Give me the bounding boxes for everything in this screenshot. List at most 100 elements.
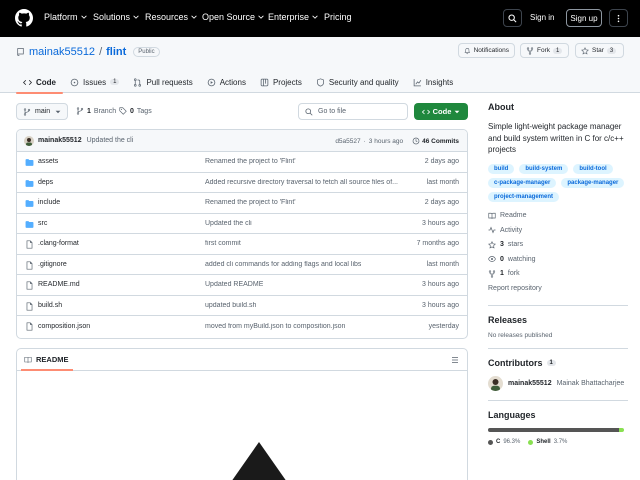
tab-insights[interactable]: Insights [406, 71, 461, 93]
file-commit-message-link[interactable]: Updated README [205, 281, 263, 288]
avatar[interactable] [24, 135, 34, 146]
contributors-heading[interactable]: Contributors 1 [488, 358, 628, 368]
list-icon[interactable] [451, 356, 459, 364]
table-row[interactable]: deps Added recursive directory traversal … [17, 173, 467, 193]
branch-selector[interactable]: main [16, 103, 68, 120]
fork-icon [526, 46, 534, 55]
language-item[interactable]: Shell 3.7% [528, 439, 567, 445]
file-name-link[interactable]: README.md [38, 281, 80, 288]
code-icon [421, 109, 430, 114]
table-row[interactable]: src Updated the cli 3 hours ago [17, 214, 467, 234]
topic-tag[interactable]: package-manager [561, 177, 625, 188]
repo-sidebar: About Simple light-weight package manage… [488, 102, 628, 447]
search-button[interactable] [503, 9, 522, 27]
file-name-link[interactable]: assets [38, 158, 58, 165]
releases-heading[interactable]: Releases [488, 315, 628, 325]
file-commit-message-link[interactable]: added cli commands for adding flags and … [205, 261, 361, 268]
topic-tag[interactable]: project-management [488, 191, 560, 202]
file-commit-message-link[interactable]: moved from myBuild.json to composition.j… [205, 323, 345, 330]
book-icon [488, 212, 496, 220]
tab-projects[interactable]: Projects [253, 71, 309, 93]
file-commit-message-link[interactable]: Renamed the project to 'Flint' [205, 158, 296, 165]
commit-hash-link[interactable]: d5a5527 [335, 138, 360, 145]
commits-history-link[interactable]: 46 Commits [412, 137, 459, 145]
file-icon [25, 240, 34, 249]
file-commit-age: 3 hours ago [422, 301, 459, 309]
file-commit-message-link[interactable]: Updated the cli [205, 220, 252, 227]
repo-name-link[interactable]: flint [106, 46, 126, 58]
file-commit-age: last month [426, 260, 459, 268]
nav-pricing[interactable]: Pricing [324, 12, 352, 22]
language-item[interactable]: C 96.3% [488, 439, 520, 445]
notifications-button[interactable]: Notifications [458, 43, 515, 58]
readme-panel: README [16, 348, 468, 480]
about-link-label: Readme [500, 212, 527, 220]
eye-icon [488, 255, 496, 263]
star-button[interactable]: Star 3 [575, 43, 624, 58]
tab-code[interactable]: Code [16, 71, 63, 94]
file-commit-message-link[interactable]: Renamed the project to 'Flint' [205, 199, 296, 206]
tags-link[interactable]: 0 Tags [119, 107, 152, 115]
github-logo-icon[interactable] [15, 9, 33, 27]
branch-name: main [35, 108, 51, 115]
sign-in-link[interactable]: Sign in [530, 11, 554, 24]
language-bar-segment [618, 427, 624, 432]
about-link-stars[interactable]: 3 stars [488, 238, 628, 253]
topic-tag[interactable]: build [488, 163, 515, 174]
chevron-down-icon [80, 15, 87, 19]
fork-button[interactable]: Fork 1 [520, 43, 569, 58]
tab-issues[interactable]: Issues 1 [63, 71, 126, 93]
tab-pull-requests[interactable]: Pull requests [126, 71, 199, 93]
readme-title[interactable]: README [36, 355, 69, 364]
tab-security[interactable]: Security and quality [309, 71, 406, 93]
file-name-link[interactable]: src [38, 220, 47, 227]
menu-button[interactable] [609, 9, 628, 27]
language-bar-segment [488, 427, 619, 432]
folder-icon [25, 199, 34, 208]
table-row[interactable]: build.sh updated build.sh 3 hours ago [17, 296, 467, 316]
table-row[interactable]: include Renamed the project to 'Flint' 2 d… [17, 193, 467, 214]
nav-solutions[interactable]: Solutions [93, 12, 139, 22]
language-name: C [496, 439, 501, 445]
file-icon [25, 261, 34, 270]
file-commit-age: 2 days ago [424, 158, 459, 166]
table-row[interactable]: composition.json moved from myBuild.json … [17, 316, 467, 337]
table-row[interactable]: .gitignore added cli commands for adding … [17, 255, 467, 275]
file-name-link[interactable]: build.sh [38, 302, 62, 309]
table-row[interactable]: assets Renamed the project to 'Flint' 2 da… [17, 152, 467, 173]
topic-tag[interactable]: c-package-manager [488, 177, 557, 188]
pulse-icon [488, 226, 496, 234]
about-link-Activity[interactable]: Activity [488, 223, 628, 238]
topic-tag[interactable]: build-tool [573, 163, 613, 174]
nav-open-source[interactable]: Open Source [202, 12, 264, 22]
commit-message-link[interactable]: Updated the cli [87, 137, 134, 144]
file-commit-message-link[interactable]: Added recursive directory traversal to f… [205, 179, 398, 186]
file-name-link[interactable]: .gitignore [38, 261, 67, 268]
nav-enterprise[interactable]: Enterprise [268, 12, 318, 22]
about-link-watching[interactable]: 0 watching [488, 252, 628, 267]
file-commit-message-link[interactable]: first commit [205, 240, 241, 247]
report-repository-link[interactable]: Report repository [488, 281, 628, 296]
contributor-item[interactable]: mainak55512 Mainak Bhattacharjee [488, 375, 628, 391]
file-commit-message-link[interactable]: updated build.sh [205, 302, 256, 309]
file-name-link[interactable]: composition.json [38, 323, 90, 330]
about-link-Readme[interactable]: Readme [488, 209, 628, 224]
file-name-link[interactable]: .clang-format [38, 240, 79, 247]
code-button[interactable]: Code [414, 103, 468, 120]
table-row[interactable]: .clang-format first commit 7 months ago [17, 234, 467, 255]
commit-author-link[interactable]: mainak55512 [38, 137, 82, 144]
table-row[interactable]: README.md Updated README 3 hours ago [17, 275, 467, 296]
repo-owner-link[interactable]: mainak55512 [29, 46, 95, 58]
file-name-link[interactable]: include [38, 199, 60, 206]
go-to-file-input[interactable]: Go to file [298, 103, 408, 120]
nav-platform[interactable]: Platform [44, 12, 87, 22]
about-link-fork[interactable]: 1 fork [488, 267, 628, 282]
topic-tag[interactable]: build-system [519, 163, 569, 174]
book-icon [24, 356, 32, 363]
sign-up-button[interactable]: Sign up [566, 9, 602, 27]
branches-link[interactable]: 1 Branch [76, 107, 116, 115]
nav-resources[interactable]: Resources [145, 12, 197, 22]
file-name-link[interactable]: deps [38, 179, 53, 186]
file-commit-age: 3 hours ago [422, 219, 459, 227]
tab-actions[interactable]: Actions [200, 71, 253, 93]
